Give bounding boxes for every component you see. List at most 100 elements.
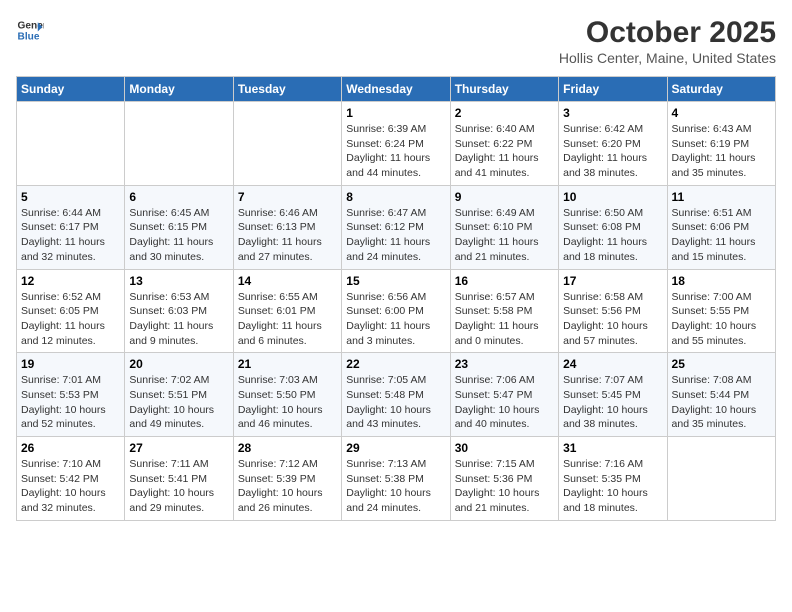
col-saturday: Saturday [667,77,775,102]
day-info: Sunrise: 7:13 AM Sunset: 5:38 PM Dayligh… [346,457,445,516]
calendar-week-row: 1 Sunrise: 6:39 AM Sunset: 6:24 PM Daylig… [17,102,776,186]
table-row [17,102,125,186]
day-info: Sunrise: 7:08 AM Sunset: 5:44 PM Dayligh… [672,373,771,432]
day-info: Sunrise: 6:49 AM Sunset: 6:10 PM Dayligh… [455,206,554,265]
day-info: Sunrise: 7:10 AM Sunset: 5:42 PM Dayligh… [21,457,120,516]
table-row: 19 Sunrise: 7:01 AM Sunset: 5:53 PM Dayli… [17,353,125,437]
day-number: 10 [563,190,662,204]
day-number: 25 [672,357,771,371]
day-number: 11 [672,190,771,204]
day-number: 29 [346,441,445,455]
table-row: 17 Sunrise: 6:58 AM Sunset: 5:56 PM Dayli… [559,269,667,353]
day-number: 24 [563,357,662,371]
table-row: 16Sunrise: 6:57 AM Sunset: 5:58 PM Dayli… [450,269,558,353]
logo-icon: General Blue [16,16,44,44]
page-header: General Blue October 2025 Hollis Center,… [16,16,776,66]
table-row: 31 Sunrise: 7:16 AM Sunset: 5:35 PM Dayli… [559,437,667,521]
day-info: Sunrise: 6:52 AM Sunset: 6:05 PM Dayligh… [21,290,120,349]
day-info: Sunrise: 7:02 AM Sunset: 5:51 PM Dayligh… [129,373,228,432]
day-number: 16 [455,274,554,288]
table-row: 2 Sunrise: 6:40 AM Sunset: 6:22 PM Daylig… [450,102,558,186]
day-number: 7 [238,190,337,204]
table-row: 26Sunrise: 7:10 AM Sunset: 5:42 PM Dayli… [17,437,125,521]
day-info: Sunrise: 7:16 AM Sunset: 5:35 PM Dayligh… [563,457,662,516]
day-info: Sunrise: 6:53 AM Sunset: 6:03 PM Dayligh… [129,290,228,349]
calendar-week-row: 26Sunrise: 7:10 AM Sunset: 5:42 PM Dayli… [17,437,776,521]
day-info: Sunrise: 6:40 AM Sunset: 6:22 PM Dayligh… [455,122,554,181]
col-sunday: Sunday [17,77,125,102]
table-row: 20 Sunrise: 7:02 AM Sunset: 5:51 PM Dayli… [125,353,233,437]
day-info: Sunrise: 7:07 AM Sunset: 5:45 PM Dayligh… [563,373,662,432]
svg-text:Blue: Blue [18,31,40,42]
table-row: 24 Sunrise: 7:07 AM Sunset: 5:45 PM Dayli… [559,353,667,437]
calendar-week-row: 19 Sunrise: 7:01 AM Sunset: 5:53 PM Dayli… [17,353,776,437]
table-row: 5Sunrise: 6:44 AM Sunset: 6:17 PM Daylig… [17,185,125,269]
day-number: 17 [563,274,662,288]
day-info: Sunrise: 6:43 AM Sunset: 6:19 PM Dayligh… [672,122,771,181]
table-row: 29 Sunrise: 7:13 AM Sunset: 5:38 PM Dayli… [342,437,450,521]
table-row: 23Sunrise: 7:06 AM Sunset: 5:47 PM Dayli… [450,353,558,437]
col-friday: Friday [559,77,667,102]
day-number: 14 [238,274,337,288]
table-row: 6 Sunrise: 6:45 AM Sunset: 6:15 PM Daylig… [125,185,233,269]
day-info: Sunrise: 6:56 AM Sunset: 6:00 PM Dayligh… [346,290,445,349]
day-number: 21 [238,357,337,371]
day-info: Sunrise: 7:15 AM Sunset: 5:36 PM Dayligh… [455,457,554,516]
day-info: Sunrise: 7:05 AM Sunset: 5:48 PM Dayligh… [346,373,445,432]
logo: General Blue [16,16,44,44]
table-row: 25 Sunrise: 7:08 AM Sunset: 5:44 PM Dayli… [667,353,775,437]
table-row: 12Sunrise: 6:52 AM Sunset: 6:05 PM Dayli… [17,269,125,353]
table-row: 4 Sunrise: 6:43 AM Sunset: 6:19 PM Daylig… [667,102,775,186]
location: Hollis Center, Maine, United States [559,50,776,66]
day-number: 19 [21,357,120,371]
day-number: 22 [346,357,445,371]
table-row: 18Sunrise: 7:00 AM Sunset: 5:55 PM Dayli… [667,269,775,353]
col-thursday: Thursday [450,77,558,102]
day-info: Sunrise: 7:03 AM Sunset: 5:50 PM Dayligh… [238,373,337,432]
day-info: Sunrise: 7:11 AM Sunset: 5:41 PM Dayligh… [129,457,228,516]
table-row: 11 Sunrise: 6:51 AM Sunset: 6:06 PM Dayli… [667,185,775,269]
day-number: 8 [346,190,445,204]
day-number: 5 [21,190,120,204]
month-title: October 2025 [559,16,776,50]
table-row: 3 Sunrise: 6:42 AM Sunset: 6:20 PM Daylig… [559,102,667,186]
table-row: 8 Sunrise: 6:47 AM Sunset: 6:12 PM Daylig… [342,185,450,269]
day-info: Sunrise: 7:12 AM Sunset: 5:39 PM Dayligh… [238,457,337,516]
day-number: 6 [129,190,228,204]
table-row: 10 Sunrise: 6:50 AM Sunset: 6:08 PM Dayli… [559,185,667,269]
day-number: 31 [563,441,662,455]
day-info: Sunrise: 6:46 AM Sunset: 6:13 PM Dayligh… [238,206,337,265]
col-monday: Monday [125,77,233,102]
calendar-table: Sunday Monday Tuesday Wednesday Thursday… [16,76,776,521]
day-info: Sunrise: 6:39 AM Sunset: 6:24 PM Dayligh… [346,122,445,181]
table-row: 7 Sunrise: 6:46 AM Sunset: 6:13 PM Daylig… [233,185,341,269]
day-info: Sunrise: 6:51 AM Sunset: 6:06 PM Dayligh… [672,206,771,265]
day-number: 2 [455,106,554,120]
table-row [667,437,775,521]
calendar-header-row: Sunday Monday Tuesday Wednesday Thursday… [17,77,776,102]
day-number: 1 [346,106,445,120]
calendar-week-row: 5Sunrise: 6:44 AM Sunset: 6:17 PM Daylig… [17,185,776,269]
day-number: 20 [129,357,228,371]
calendar-week-row: 12Sunrise: 6:52 AM Sunset: 6:05 PM Dayli… [17,269,776,353]
day-number: 23 [455,357,554,371]
day-info: Sunrise: 6:55 AM Sunset: 6:01 PM Dayligh… [238,290,337,349]
day-number: 3 [563,106,662,120]
day-number: 30 [455,441,554,455]
table-row: 15Sunrise: 6:56 AM Sunset: 6:00 PM Dayli… [342,269,450,353]
col-wednesday: Wednesday [342,77,450,102]
table-row: 14 Sunrise: 6:55 AM Sunset: 6:01 PM Dayli… [233,269,341,353]
table-row [233,102,341,186]
day-info: Sunrise: 7:01 AM Sunset: 5:53 PM Dayligh… [21,373,120,432]
day-info: Sunrise: 6:50 AM Sunset: 6:08 PM Dayligh… [563,206,662,265]
day-number: 13 [129,274,228,288]
day-info: Sunrise: 7:00 AM Sunset: 5:55 PM Dayligh… [672,290,771,349]
day-info: Sunrise: 6:47 AM Sunset: 6:12 PM Dayligh… [346,206,445,265]
table-row: 22 Sunrise: 7:05 AM Sunset: 5:48 PM Dayli… [342,353,450,437]
day-number: 28 [238,441,337,455]
day-number: 9 [455,190,554,204]
day-number: 4 [672,106,771,120]
day-info: Sunrise: 6:42 AM Sunset: 6:20 PM Dayligh… [563,122,662,181]
day-info: Sunrise: 6:45 AM Sunset: 6:15 PM Dayligh… [129,206,228,265]
day-info: Sunrise: 6:58 AM Sunset: 5:56 PM Dayligh… [563,290,662,349]
